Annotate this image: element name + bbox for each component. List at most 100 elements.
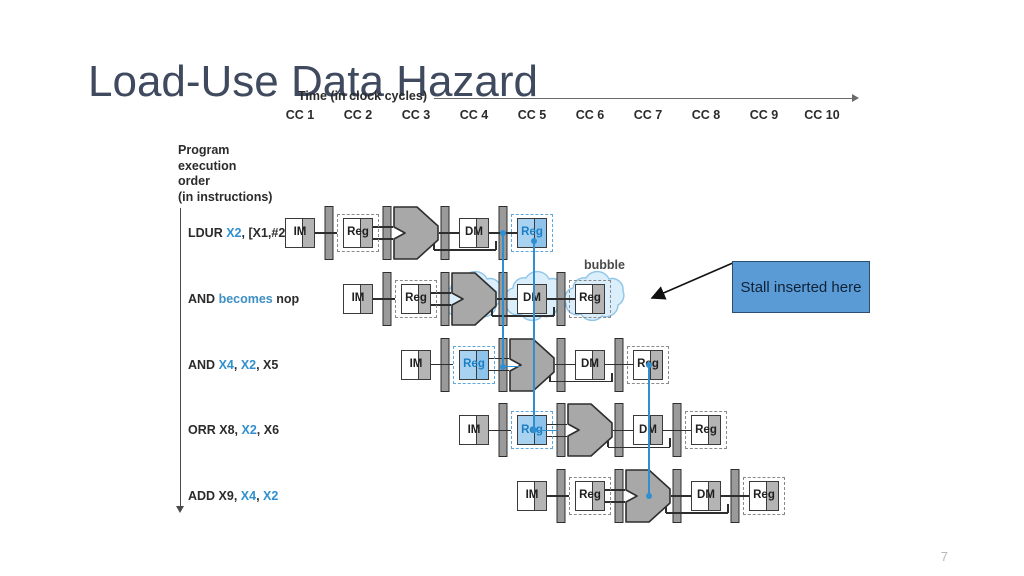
stage-dm-box: DM xyxy=(575,349,605,380)
stage-wire xyxy=(387,298,395,300)
stage-wire xyxy=(561,363,575,366)
stage-dm-box-text: DM xyxy=(465,226,483,239)
clock-cycle-label: CC 10 xyxy=(804,108,840,122)
forwarding-line xyxy=(502,233,504,367)
forwarding-tap-dot xyxy=(531,238,537,244)
time-axis-line xyxy=(434,98,854,99)
stage-im-box-text: IM xyxy=(293,226,307,239)
alu-mem-bypass-wire xyxy=(553,306,555,316)
stage-writeback-reg-box-text: Reg xyxy=(521,226,543,239)
alu-mem-bypass-wire xyxy=(611,372,613,382)
instruction-token: , X5 xyxy=(256,357,279,372)
forwarding-line xyxy=(648,364,650,497)
stage-im-box: IM xyxy=(517,481,547,512)
alu-mem-bypass-wire xyxy=(550,380,612,383)
stage-wire xyxy=(373,298,387,300)
pipeline-register-bar xyxy=(614,469,624,524)
pipeline-register-bar xyxy=(440,271,450,326)
stage-im-box: IM xyxy=(343,283,373,314)
pipeline-register-bar xyxy=(382,206,392,260)
stage-wire xyxy=(605,363,619,366)
program-order-label-line: Program xyxy=(178,143,230,157)
stage-alu-trapezoid xyxy=(509,337,555,392)
clock-cycle-label: CC 7 xyxy=(633,108,663,122)
forwarding-tap-dot xyxy=(646,361,652,368)
stage-dm-box: DM xyxy=(517,283,547,314)
forwarding-line xyxy=(534,429,558,432)
stage-wire xyxy=(489,429,503,432)
stage-im-box: IM xyxy=(459,415,489,446)
instruction-label: LDUR X2, [X1,#20] xyxy=(188,226,296,240)
stage-im-box: IM xyxy=(285,218,315,248)
program-order-arrow-icon xyxy=(176,506,184,513)
instruction-token: X4 xyxy=(240,489,257,504)
instruction-token: , X6 xyxy=(256,423,280,438)
alu-mem-bypass-wire xyxy=(727,504,729,514)
stage-reg-box-text: Reg xyxy=(405,292,427,305)
alu-mem-bypass-wire xyxy=(608,446,670,449)
stage-im-box-text: IM xyxy=(467,423,481,436)
stage-wire xyxy=(721,495,735,497)
instruction-token: AND xyxy=(188,357,219,372)
alu-mem-bypass-wire xyxy=(434,249,496,251)
stage-wire xyxy=(677,495,691,497)
instruction-token: ORR X8, xyxy=(188,423,242,438)
clock-cycle-label: CC 1 xyxy=(285,108,315,122)
stage-alu-trapezoid xyxy=(567,403,613,458)
stage-reg-box: Reg xyxy=(575,481,605,512)
callout-arrow-icon xyxy=(650,261,736,300)
instruction-token: AND xyxy=(188,291,219,306)
pipeline-diagram: Time (in clock cycles) CC 1 CC 2 CC 3 CC 4 C… xyxy=(0,0,1024,576)
time-axis-arrow-icon xyxy=(852,94,859,102)
stage-wire xyxy=(503,429,511,432)
stage-reg-box: Reg xyxy=(401,283,431,314)
clock-cycle-label: CC 2 xyxy=(343,108,373,122)
stage-wire xyxy=(445,363,453,366)
forwarding-tap-dot xyxy=(500,230,506,236)
instruction-token: X2 xyxy=(226,226,242,240)
stage-im-box: IM xyxy=(401,349,431,380)
forwarding-line xyxy=(533,241,535,431)
forwarding-line xyxy=(503,365,520,368)
stage-reg-box-text: Reg xyxy=(463,357,485,370)
instruction-label: ADD X9, X4, X2 xyxy=(188,489,278,503)
stage-reg-box: Reg xyxy=(343,218,373,248)
alu-mem-bypass-wire xyxy=(495,241,497,250)
program-order-axis-line xyxy=(180,208,181,508)
alu-mem-bypass-wire xyxy=(669,438,671,448)
instruction-token: , xyxy=(233,357,241,372)
program-order-label-line: execution xyxy=(178,158,237,173)
clock-cycle-label: CC 8 xyxy=(691,108,721,122)
instruction-label: ORR X8, X2, X6 xyxy=(188,423,279,437)
alu-mem-bypass-wire xyxy=(666,512,728,514)
clock-cycle-label: CC 5 xyxy=(517,108,547,122)
slide-canvas: Load-Use Data Hazard 7 Time (in clock cy… xyxy=(0,0,1024,576)
stage-reg-box: Reg xyxy=(459,349,489,380)
instruction-label: AND X4, X2, X5 xyxy=(188,358,278,372)
clock-cycle-label: CC 9 xyxy=(749,108,779,122)
stage-im-box-text: IM xyxy=(409,357,423,370)
stall-callout-box: Stall inserted here xyxy=(732,261,870,313)
stage-reg-box-text: Reg xyxy=(347,226,369,239)
stage-alu-trapezoid xyxy=(451,271,497,326)
stage-writeback-reg-box-text: Reg xyxy=(579,292,601,305)
stage-wire xyxy=(547,495,561,497)
stage-wire xyxy=(445,232,459,234)
stage-wire xyxy=(329,232,337,234)
stage-im-box-text: IM xyxy=(525,489,539,502)
time-axis-label: Time (in clock cycles) xyxy=(298,89,427,103)
program-order-label: Program execution order (in instructions) xyxy=(178,143,272,205)
stage-dm-box-text: DM xyxy=(523,292,541,305)
instruction-token: X2 xyxy=(241,423,257,438)
stage-alu-trapezoid xyxy=(393,206,439,260)
stage-wire xyxy=(431,363,445,366)
forwarding-tap-dot xyxy=(646,493,652,500)
program-order-label-line: (in instructions) xyxy=(178,189,273,204)
stage-writeback-reg-box: Reg xyxy=(749,481,779,512)
stage-wire xyxy=(503,298,517,300)
stage-wire xyxy=(547,298,561,300)
program-order-label-line: order xyxy=(178,174,210,188)
stage-reg-box-text: Reg xyxy=(579,489,601,502)
instruction-label: AND becomes nop xyxy=(188,292,299,306)
clock-cycle-label: CC 3 xyxy=(401,108,431,122)
